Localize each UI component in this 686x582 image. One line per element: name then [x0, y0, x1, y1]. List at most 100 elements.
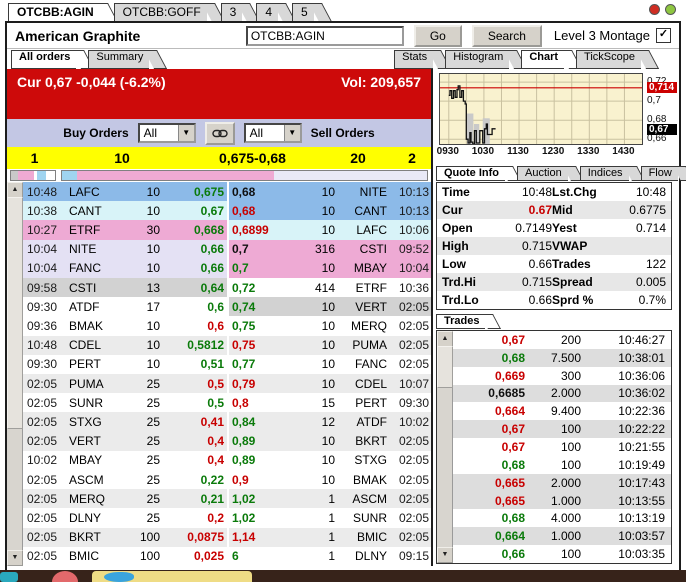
level3-montage-checkbox[interactable]: ✓: [656, 28, 671, 43]
trade-row[interactable]: 0,67 200 10:46:27: [453, 331, 671, 349]
trade-row[interactable]: 0,67 100 10:22:22: [453, 420, 671, 439]
trade-row[interactable]: 0,665 1.000 10:13:55: [453, 491, 671, 510]
trade-row[interactable]: 0,664 9.400 10:22:36: [453, 402, 671, 420]
trades-scrollbar[interactable]: ▲ ▼: [437, 331, 453, 563]
window-tab-4[interactable]: 4: [256, 3, 279, 22]
buy-filter-select[interactable]: All ▼: [137, 123, 196, 143]
ask-quote[interactable]: 0,89 10 BKRT 02:05: [227, 431, 431, 451]
window-tab-5[interactable]: 5: [292, 3, 314, 22]
quote-info-row: Open 0.7149 Yest 0.714: [437, 219, 671, 237]
ask-quote[interactable]: 1,02 1 ASCM 02:05: [227, 489, 431, 509]
bid-price: 0,64: [200, 280, 224, 295]
bid-quote[interactable]: 10:48 LAFC 10 0,675: [23, 182, 227, 202]
bid-quote[interactable]: 10:38 CANT 10 0,67: [23, 201, 227, 221]
scrollbar-thumb[interactable]: [437, 346, 453, 388]
ask-quote[interactable]: 1,02 1 SUNR 02:05: [227, 508, 431, 528]
ask-quote[interactable]: 0,9 10 BMAK 02:05: [227, 470, 431, 490]
bid-quote[interactable]: 10:48 CDEL 10 0,5812: [23, 335, 227, 355]
window-tab-3[interactable]: 3: [220, 3, 243, 22]
bid-size: 10: [146, 242, 160, 257]
search-button[interactable]: Search: [471, 24, 542, 47]
quote-value: 0.005: [635, 275, 666, 289]
scroll-down-icon[interactable]: ▼: [7, 550, 23, 566]
trade-row[interactable]: 0,664 1.000 10:03:57: [453, 527, 671, 546]
bid-quote[interactable]: 09:36 BMAK 10 0,6: [23, 316, 227, 336]
ask-quote[interactable]: 6 1 DLNY 09:15: [227, 546, 431, 567]
tab-indices[interactable]: Indices: [579, 166, 629, 181]
trade-row[interactable]: 0,68 4.000 10:13:19: [453, 509, 671, 527]
scrollbar-thumb[interactable]: [7, 197, 23, 429]
bid-quote[interactable]: 10:27 ETRF 30 0,668: [23, 220, 227, 240]
bid-quote[interactable]: 02:05 BMIC 100 0,025: [23, 546, 227, 567]
ask-time: 02:05: [398, 491, 429, 506]
trade-row[interactable]: 0,68 7.500 10:38:01: [453, 348, 671, 367]
chevron-down-icon[interactable]: ▼: [177, 125, 194, 141]
ask-quote[interactable]: 0,7 316 CSTI 09:52: [227, 239, 431, 259]
window-dot-red-icon[interactable]: [649, 4, 660, 15]
bid-time: 02:05: [27, 530, 58, 545]
window-dot-green-icon[interactable]: [665, 4, 676, 15]
ask-quote[interactable]: 0,8 15 PERT 09:30: [227, 393, 431, 413]
ask-quote[interactable]: 0,74 10 VERT 02:05: [227, 297, 431, 317]
bid-quote[interactable]: 09:30 ATDF 17 0,6: [23, 297, 227, 317]
scroll-down-icon[interactable]: ▼: [437, 547, 453, 563]
tab-histogram[interactable]: Histogram: [445, 50, 510, 69]
bid-quote[interactable]: 10:02 MBAY 25 0,4: [23, 450, 227, 471]
order-book-scrollbar[interactable]: ▲ ▼: [7, 182, 23, 566]
ask-time: 10:02: [398, 415, 429, 430]
trade-row[interactable]: 0,6685 2.000 10:36:02: [453, 384, 671, 403]
chevron-down-icon[interactable]: ▼: [283, 125, 300, 141]
tab-all-orders[interactable]: All orders: [11, 50, 77, 69]
bid-quote[interactable]: 02:05 SUNR 25 0,5: [23, 393, 227, 413]
bid-quote[interactable]: 02:05 MERQ 25 0,21: [23, 489, 227, 509]
scroll-up-icon[interactable]: ▲: [7, 182, 23, 198]
tab-stats[interactable]: Stats: [394, 50, 434, 69]
quote-label: Time: [442, 185, 470, 199]
bid-quote[interactable]: 09:58 CSTI 13 0,64: [23, 278, 227, 298]
bid-time: 02:05: [27, 491, 58, 506]
trade-row[interactable]: 0,67 100 10:21:55: [453, 438, 671, 456]
trade-row[interactable]: 0,665 2.000 10:17:43: [453, 473, 671, 492]
window-tab-goff[interactable]: OTCBB:GOFF: [113, 3, 207, 22]
tab-chart[interactable]: Chart: [521, 50, 565, 69]
bid-quote[interactable]: 10:04 NITE 10 0,66: [23, 239, 227, 259]
bid-quote[interactable]: 02:05 ASCM 25 0,22: [23, 470, 227, 490]
ask-quote[interactable]: 0,68 10 NITE 10:13: [227, 182, 431, 202]
tab-trades[interactable]: Trades: [436, 314, 486, 329]
bid-quote[interactable]: 02:05 DLNY 25 0,2: [23, 508, 227, 528]
ask-quote[interactable]: 0,68 10 CANT 10:13: [227, 201, 431, 221]
go-button[interactable]: Go: [413, 24, 462, 47]
bid-quote[interactable]: 09:30 PERT 10 0,51: [23, 354, 227, 375]
ask-quote[interactable]: 1,14 1 BMIC 02:05: [227, 527, 431, 547]
ask-quote[interactable]: 0,79 10 CDEL 10:07: [227, 374, 431, 394]
link-filters-button[interactable]: [204, 121, 235, 145]
ask-quote[interactable]: 0,89 10 STXG 02:05: [227, 450, 431, 471]
ask-quote[interactable]: 0,75 10 MERQ 02:05: [227, 316, 431, 336]
tab-summary[interactable]: Summary: [88, 50, 150, 69]
buy-orders-label: Buy Orders: [63, 126, 129, 140]
ask-quote[interactable]: 0,72 414 ETRF 10:36: [227, 278, 431, 298]
bid-time: 09:58: [27, 280, 58, 295]
bid-quote[interactable]: 10:04 FANC 10 0,66: [23, 258, 227, 279]
tab-auction[interactable]: Auction: [517, 166, 568, 181]
ask-quote[interactable]: 0,77 10 FANC 02:05: [227, 354, 431, 375]
symbol-input[interactable]: [245, 25, 404, 46]
scroll-up-icon[interactable]: ▲: [437, 331, 453, 347]
trade-row[interactable]: 0,68 100 10:19:49: [453, 456, 671, 474]
tab-flow[interactable]: Flow: [640, 166, 678, 181]
bid-quote[interactable]: 02:05 PUMA 25 0,5: [23, 374, 227, 394]
order-book-row: 10:04 NITE 10 0,66 0,7 316 CSTI 09:52: [23, 239, 431, 259]
tab-quote-info[interactable]: Quote Info: [436, 166, 505, 181]
bid-quote[interactable]: 02:05 STXG 25 0,41: [23, 412, 227, 432]
ask-quote[interactable]: 0,84 12 ATDF 10:02: [227, 412, 431, 432]
trade-row[interactable]: 0,66 100 10:03:35: [453, 545, 671, 563]
bid-quote[interactable]: 02:05 BKRT 100 0,0875: [23, 527, 227, 547]
tab-tickscope[interactable]: TickScope: [576, 50, 641, 69]
trade-row[interactable]: 0,669 300 10:36:06: [453, 367, 671, 385]
ask-quote[interactable]: 0,75 10 PUMA 02:05: [227, 335, 431, 355]
ask-quote[interactable]: 0,7 10 MBAY 10:04: [227, 258, 431, 279]
bid-quote[interactable]: 02:05 VERT 25 0,4: [23, 431, 227, 451]
ask-quote[interactable]: 0,6899 10 LAFC 10:06: [227, 220, 431, 240]
window-tab-agin[interactable]: OTCBB:AGIN: [8, 3, 100, 22]
sell-filter-select[interactable]: All ▼: [243, 123, 302, 143]
